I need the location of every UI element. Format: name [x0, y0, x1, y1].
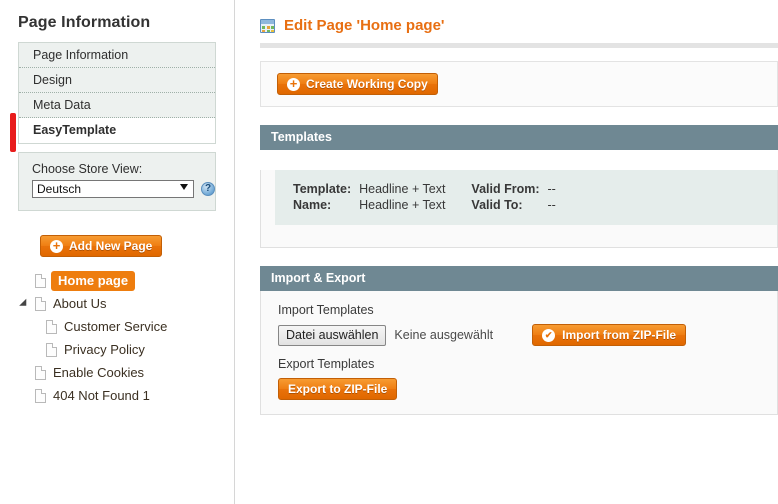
tree-item-customer-service[interactable]: Customer Service: [46, 315, 234, 338]
sidebar-item-easytemplate[interactable]: EasyTemplate: [19, 118, 215, 143]
tree-item-label: Enable Cookies: [53, 365, 145, 380]
valid-from-label: Valid From:: [471, 182, 540, 196]
tree-item-label: Home page: [51, 270, 136, 291]
valid-to-label: Valid To:: [471, 198, 523, 212]
sidebar-item-meta-data[interactable]: Meta Data: [19, 93, 215, 118]
add-new-page-wrap: + Add New Page: [40, 235, 234, 257]
add-new-page-button[interactable]: + Add New Page: [40, 235, 163, 257]
export-row: Export to ZIP-File: [278, 378, 777, 400]
document-icon: [35, 388, 46, 403]
selection-marker: [10, 113, 16, 152]
sidebar: Page Information Page Information Design…: [0, 0, 235, 504]
import-export-panel: Import & Export Import Templates Datei a…: [260, 266, 778, 415]
page-actions-bar: + Create Working Copy: [260, 61, 778, 107]
templates-panel-heading: Templates: [260, 125, 778, 150]
content-title: Edit Page 'Home page': [284, 17, 445, 34]
plus-icon: +: [50, 239, 63, 253]
grid-page-icon: [260, 18, 275, 33]
plus-icon: +: [287, 77, 300, 91]
file-chooser-button[interactable]: Datei auswählen: [278, 324, 387, 346]
store-view-panel: Choose Store View: Deutsch ?: [18, 152, 216, 211]
export-templates-label: Export Templates: [278, 357, 375, 371]
name-label: Name:: [293, 198, 332, 212]
tree-item-privacy-policy[interactable]: Privacy Policy: [46, 338, 234, 361]
tree-item-label: Customer Service: [64, 319, 168, 334]
tree-item-about-us[interactable]: About Us: [19, 292, 234, 315]
document-icon: [35, 296, 46, 311]
tree-item-label: Privacy Policy: [64, 342, 145, 357]
create-working-copy-button[interactable]: + Create Working Copy: [277, 73, 438, 95]
valid-from-value: --: [547, 182, 556, 196]
import-templates-label: Import Templates: [278, 303, 374, 317]
chevron-down-icon: [180, 184, 189, 190]
template-label: Template:: [293, 182, 352, 196]
file-status-text: Keine ausgewählt: [394, 328, 494, 342]
template-summary-box: Template: Headline + Text Valid From: --…: [275, 170, 777, 225]
tree-item-label: About Us: [53, 296, 107, 311]
document-icon: [35, 273, 46, 288]
store-view-select[interactable]: Deutsch: [32, 180, 195, 198]
content-area: Edit Page 'Home page' + Create Working C…: [236, 0, 778, 504]
header-divider: [260, 43, 778, 48]
templates-panel-body: Template: Headline + Text Valid From: --…: [260, 170, 778, 248]
export-to-zip-button[interactable]: Export to ZIP-File: [278, 378, 398, 400]
help-icon[interactable]: ?: [201, 182, 215, 196]
page-title: Page Information: [18, 14, 151, 31]
document-icon: [35, 365, 46, 380]
import-from-zip-label: Import from ZIP-File: [562, 328, 677, 342]
page-tree: Home page About Us Customer Service Priv…: [19, 269, 234, 407]
valid-to-value: --: [547, 198, 556, 212]
create-working-copy-label: Create Working Copy: [306, 77, 428, 91]
import-export-panel-heading: Import & Export: [260, 266, 778, 291]
tree-item-label: 404 Not Found 1: [53, 388, 150, 403]
import-row: Datei auswählen Keine ausgewählt ✔ Impor…: [278, 324, 777, 346]
sidebar-tab-list: Page Information Design Meta Data EasyTe…: [18, 42, 216, 144]
store-view-label: Choose Store View:: [32, 162, 143, 176]
table-row: Name: Headline + Text Valid To: --: [293, 197, 582, 213]
sidebar-item-page-information[interactable]: Page Information: [19, 43, 215, 68]
add-new-page-label: Add New Page: [69, 239, 153, 253]
sidebar-item-design[interactable]: Design: [19, 68, 215, 93]
template-value: Headline + Text: [359, 182, 446, 196]
templates-panel: Templates Template: Headline + Text Vali…: [260, 125, 778, 248]
table-row: Template: Headline + Text Valid From: --: [293, 181, 582, 197]
export-to-zip-label: Export to ZIP-File: [288, 382, 388, 396]
check-circle-icon: ✔: [542, 328, 556, 342]
name-value: Headline + Text: [359, 198, 446, 212]
tree-item-enable-cookies[interactable]: Enable Cookies: [22, 361, 234, 384]
import-export-panel-body: Import Templates Datei auswählen Keine a…: [260, 291, 778, 415]
template-summary-table: Template: Headline + Text Valid From: --…: [293, 181, 582, 213]
store-view-row: Deutsch ?: [32, 180, 215, 198]
import-from-zip-button[interactable]: ✔ Import from ZIP-File: [532, 324, 687, 346]
tree-item-home-page[interactable]: Home page: [22, 269, 234, 292]
store-view-selected-value: Deutsch: [37, 182, 82, 196]
expand-collapse-icon[interactable]: [19, 298, 35, 310]
document-icon: [46, 342, 57, 357]
content-header: Edit Page 'Home page': [236, 0, 778, 34]
tree-item-404-not-found-1[interactable]: 404 Not Found 1: [22, 384, 234, 407]
document-icon: [46, 319, 57, 334]
import-button-wrap: ✔ Import from ZIP-File: [532, 324, 687, 346]
app-root: Page Information Page Information Design…: [0, 0, 778, 504]
